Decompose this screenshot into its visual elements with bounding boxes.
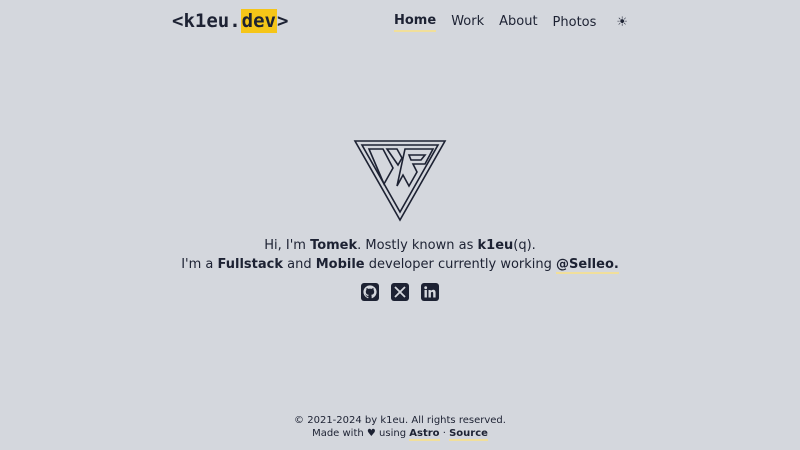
- source-link[interactable]: Source: [449, 428, 488, 441]
- company-link[interactable]: @Selleo.: [556, 257, 619, 274]
- logo-close-bracket: >: [276, 10, 289, 32]
- intro-and: and: [282, 257, 316, 272]
- astro-link[interactable]: Astro: [409, 428, 440, 441]
- hero: [0, 138, 800, 222]
- intro-line-2: I'm a Fullstack and Mobile developer cur…: [0, 255, 800, 274]
- intro-working: developer currently working: [364, 257, 557, 272]
- footer-copyright: © 2021-2024 by k1eu. All rights reserved…: [294, 415, 506, 426]
- nav-photos[interactable]: Photos: [553, 13, 600, 32]
- intro-known-as: . Mostly known as: [357, 238, 478, 253]
- intro-handle: k1eu: [477, 238, 514, 253]
- intro-text: Hi, I'm Tomek. Mostly known as k1eu(q). …: [0, 236, 800, 274]
- footer-made-text: Made with: [312, 428, 367, 439]
- intro-handle-suffix: (q).: [513, 238, 536, 253]
- social-links: [0, 283, 800, 301]
- site-logo[interactable]: < k1eu. dev >: [172, 8, 288, 34]
- nav-work[interactable]: Work: [451, 13, 484, 31]
- k1eu-triangle-logo-icon: [353, 140, 447, 222]
- intro-name: Tomek: [310, 238, 358, 253]
- footer-separator: ·: [439, 428, 450, 439]
- site-footer: © 2021-2024 by k1eu. All rights reserved…: [0, 414, 800, 441]
- logo-tld: dev: [240, 9, 277, 33]
- intro-line-1: Hi, I'm Tomek. Mostly known as k1eu(q).: [0, 236, 800, 255]
- nav-about[interactable]: About: [499, 13, 537, 31]
- logo-name: k1eu.: [183, 10, 241, 32]
- x-twitter-icon[interactable]: [391, 283, 409, 301]
- main-nav: Home Work About Photos ☀: [394, 12, 628, 32]
- intro-role-mobile: Mobile: [315, 257, 365, 272]
- github-icon[interactable]: [361, 283, 379, 301]
- linkedin-icon[interactable]: [421, 283, 439, 301]
- site-header: < k1eu. dev > Home Work About Photos ☀: [0, 0, 800, 42]
- intro-role-pre: I'm a: [181, 257, 218, 272]
- theme-toggle-sun-icon[interactable]: ☀: [616, 15, 628, 30]
- heart-icon: ♥: [366, 428, 376, 439]
- footer-using-text: using: [375, 428, 410, 439]
- nav-home[interactable]: Home: [394, 12, 437, 32]
- intro-greeting: Hi, I'm: [264, 238, 311, 253]
- nav-photos-label: Photos: [552, 14, 597, 30]
- intro-role-fullstack: Fullstack: [217, 257, 283, 272]
- logo-open-bracket: <: [172, 10, 184, 32]
- footer-made-with: Made with ♥ using Astro · Source: [0, 427, 800, 441]
